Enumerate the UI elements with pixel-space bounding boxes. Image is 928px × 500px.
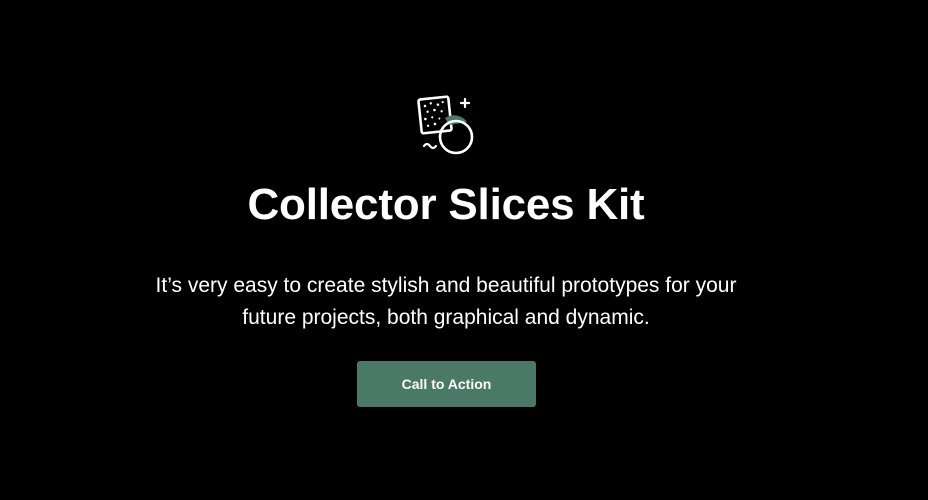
collector-slices-icon	[417, 95, 474, 155]
page-title: Collector Slices Kit	[247, 180, 645, 229]
call-to-action-button[interactable]: Call to Action	[357, 361, 536, 407]
hero-description-line-1: It’s very easy to create stylish and bea…	[155, 274, 737, 297]
hero-description-line-2: future projects, both graphical and dyna…	[242, 306, 650, 329]
hero-section: Collector Slices Kit It’s very easy to c…	[0, 0, 928, 500]
hero-description: It’s very easy to create stylish and bea…	[0, 270, 892, 334]
